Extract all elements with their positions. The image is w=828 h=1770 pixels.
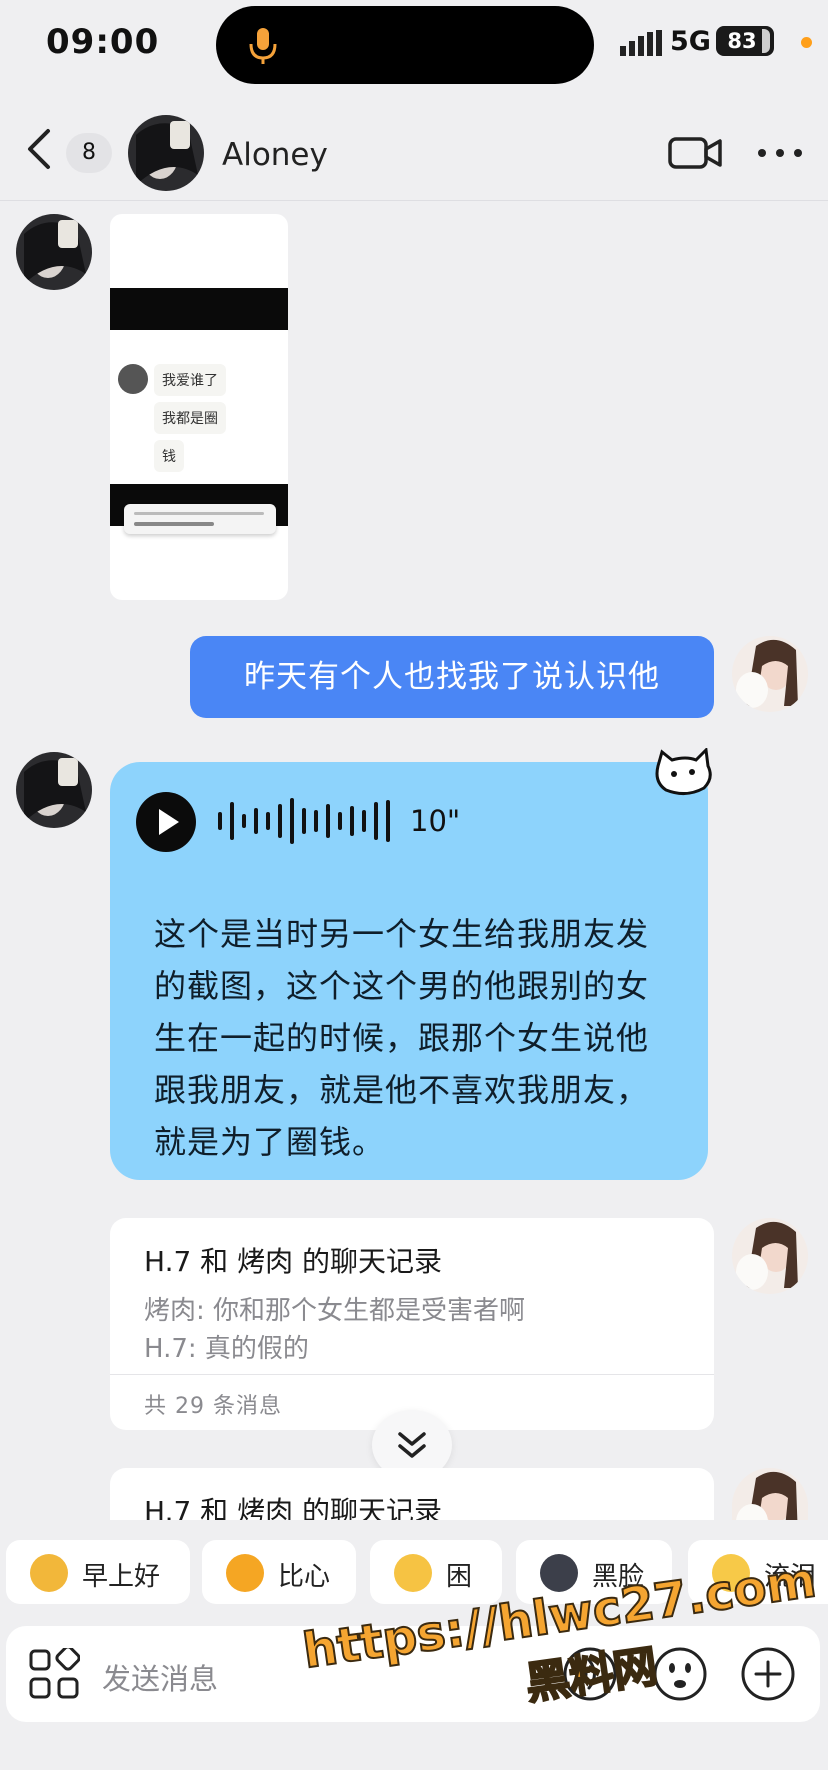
chat-record-card[interactable]: H.7 和 烤肉 的聊天记录 bbox=[110, 1468, 714, 1520]
cat-sticker-icon bbox=[655, 748, 712, 795]
chat-record-card[interactable]: H.7 和 烤肉 的聊天记录 烤肉: 你和那个女生都是受害者啊 H.7: 真的假… bbox=[110, 1218, 714, 1430]
chat-record-line: 烤肉: 你和那个女生都是受害者啊 bbox=[144, 1296, 526, 1326]
message-input-bar: 发送消息 bbox=[6, 1626, 820, 1722]
avatar-photo bbox=[16, 752, 92, 828]
signal-icon bbox=[620, 30, 662, 56]
battery-icon: 83 bbox=[716, 26, 774, 56]
image-redaction-bar bbox=[110, 288, 288, 330]
quick-reply-chip[interactable]: 黑脸 bbox=[516, 1540, 672, 1604]
image-text-line: 我都是圈 bbox=[154, 402, 226, 434]
image-inner-card bbox=[124, 504, 276, 534]
avatar-photo bbox=[128, 115, 204, 191]
chat-record-title: H.7 和 烤肉 的聊天记录 bbox=[144, 1495, 442, 1520]
back-arrow-icon[interactable] bbox=[22, 127, 58, 171]
plus-icon[interactable] bbox=[740, 1646, 796, 1702]
voice-transcript: 这个是当时另一个女生给我朋友发的截图，这个这个男的他跟别的女生在一起的时候，跟那… bbox=[154, 915, 650, 1161]
dark-face-emoji-icon bbox=[540, 1554, 578, 1592]
microphone-icon bbox=[249, 28, 277, 64]
quick-reply-chip[interactable]: 流泪 bbox=[688, 1540, 828, 1604]
image-text-line: 我爱谁了 bbox=[154, 364, 226, 396]
sun-emoji-icon bbox=[30, 1554, 68, 1592]
contact-avatar[interactable] bbox=[128, 115, 204, 191]
emoji-icon[interactable] bbox=[652, 1646, 708, 1702]
apps-grid-icon[interactable] bbox=[28, 1648, 80, 1700]
image-inner-avatar bbox=[118, 364, 148, 394]
quick-reply-label: 流泪 bbox=[764, 1562, 817, 1592]
privacy-indicator-dot bbox=[801, 37, 812, 48]
quick-reply-chip[interactable]: 困 bbox=[370, 1540, 502, 1604]
voice-input-icon[interactable] bbox=[562, 1646, 618, 1702]
chat-header: 8 Aloney bbox=[0, 105, 828, 205]
quick-reply-label: 困 bbox=[446, 1562, 473, 1592]
header-divider bbox=[0, 200, 828, 201]
status-time: 09:00 bbox=[46, 22, 160, 62]
heart-hands-emoji-icon bbox=[226, 1554, 264, 1592]
outgoing-text-bubble[interactable]: 昨天有个人也找我了说认识他 bbox=[190, 636, 714, 718]
quick-reply-label: 黑脸 bbox=[592, 1562, 645, 1592]
chat-record-count: 共 29 条消息 bbox=[144, 1394, 282, 1419]
my-avatar[interactable] bbox=[732, 1468, 808, 1520]
chat-record-divider bbox=[110, 1374, 714, 1375]
dynamic-island bbox=[216, 6, 594, 84]
quick-reply-label: 早上好 bbox=[82, 1562, 161, 1592]
quick-reply-label: 比心 bbox=[278, 1562, 331, 1592]
avatar-photo bbox=[16, 214, 92, 290]
contact-name[interactable]: Aloney bbox=[222, 137, 328, 173]
more-options-icon[interactable] bbox=[756, 145, 804, 161]
unread-count-badge[interactable]: 8 bbox=[66, 133, 112, 173]
avatar-photo bbox=[732, 636, 808, 712]
contact-avatar[interactable] bbox=[16, 752, 92, 828]
play-icon[interactable] bbox=[136, 792, 196, 852]
status-bar: 09:00 5G 83 bbox=[0, 0, 828, 90]
chat-record-title: H.7 和 烤肉 的聊天记录 bbox=[144, 1245, 442, 1278]
video-call-icon[interactable] bbox=[668, 135, 722, 171]
avatar-photo bbox=[732, 1468, 808, 1520]
quick-reply-chip[interactable]: 早上好 bbox=[6, 1540, 190, 1604]
waveform-icon bbox=[218, 798, 390, 844]
my-avatar[interactable] bbox=[732, 1218, 808, 1294]
image-text-line: 钱 bbox=[154, 440, 184, 472]
image-message[interactable]: 我爱谁了 我都是圈 钱 bbox=[110, 214, 288, 600]
voice-duration: 10" bbox=[410, 804, 461, 838]
quick-reply-chip[interactable]: 比心 bbox=[202, 1540, 356, 1604]
quick-reply-bar: 早上好 比心 困 黑脸 流泪 bbox=[0, 1540, 828, 1606]
contact-avatar[interactable] bbox=[16, 214, 92, 290]
voice-message-bubble[interactable]: 10" 这个是当时另一个女生给我朋友发的截图，这个这个男的他跟别的女生在一起的时… bbox=[110, 762, 708, 1180]
my-avatar[interactable] bbox=[732, 636, 808, 712]
message-input[interactable]: 发送消息 bbox=[102, 1656, 218, 1698]
avatar-photo bbox=[732, 1218, 808, 1294]
sleepy-emoji-icon bbox=[394, 1554, 432, 1592]
chat-record-line: H.7: 真的假的 bbox=[144, 1334, 309, 1364]
crying-emoji-icon bbox=[712, 1554, 750, 1592]
network-type: 5G bbox=[670, 26, 711, 57]
